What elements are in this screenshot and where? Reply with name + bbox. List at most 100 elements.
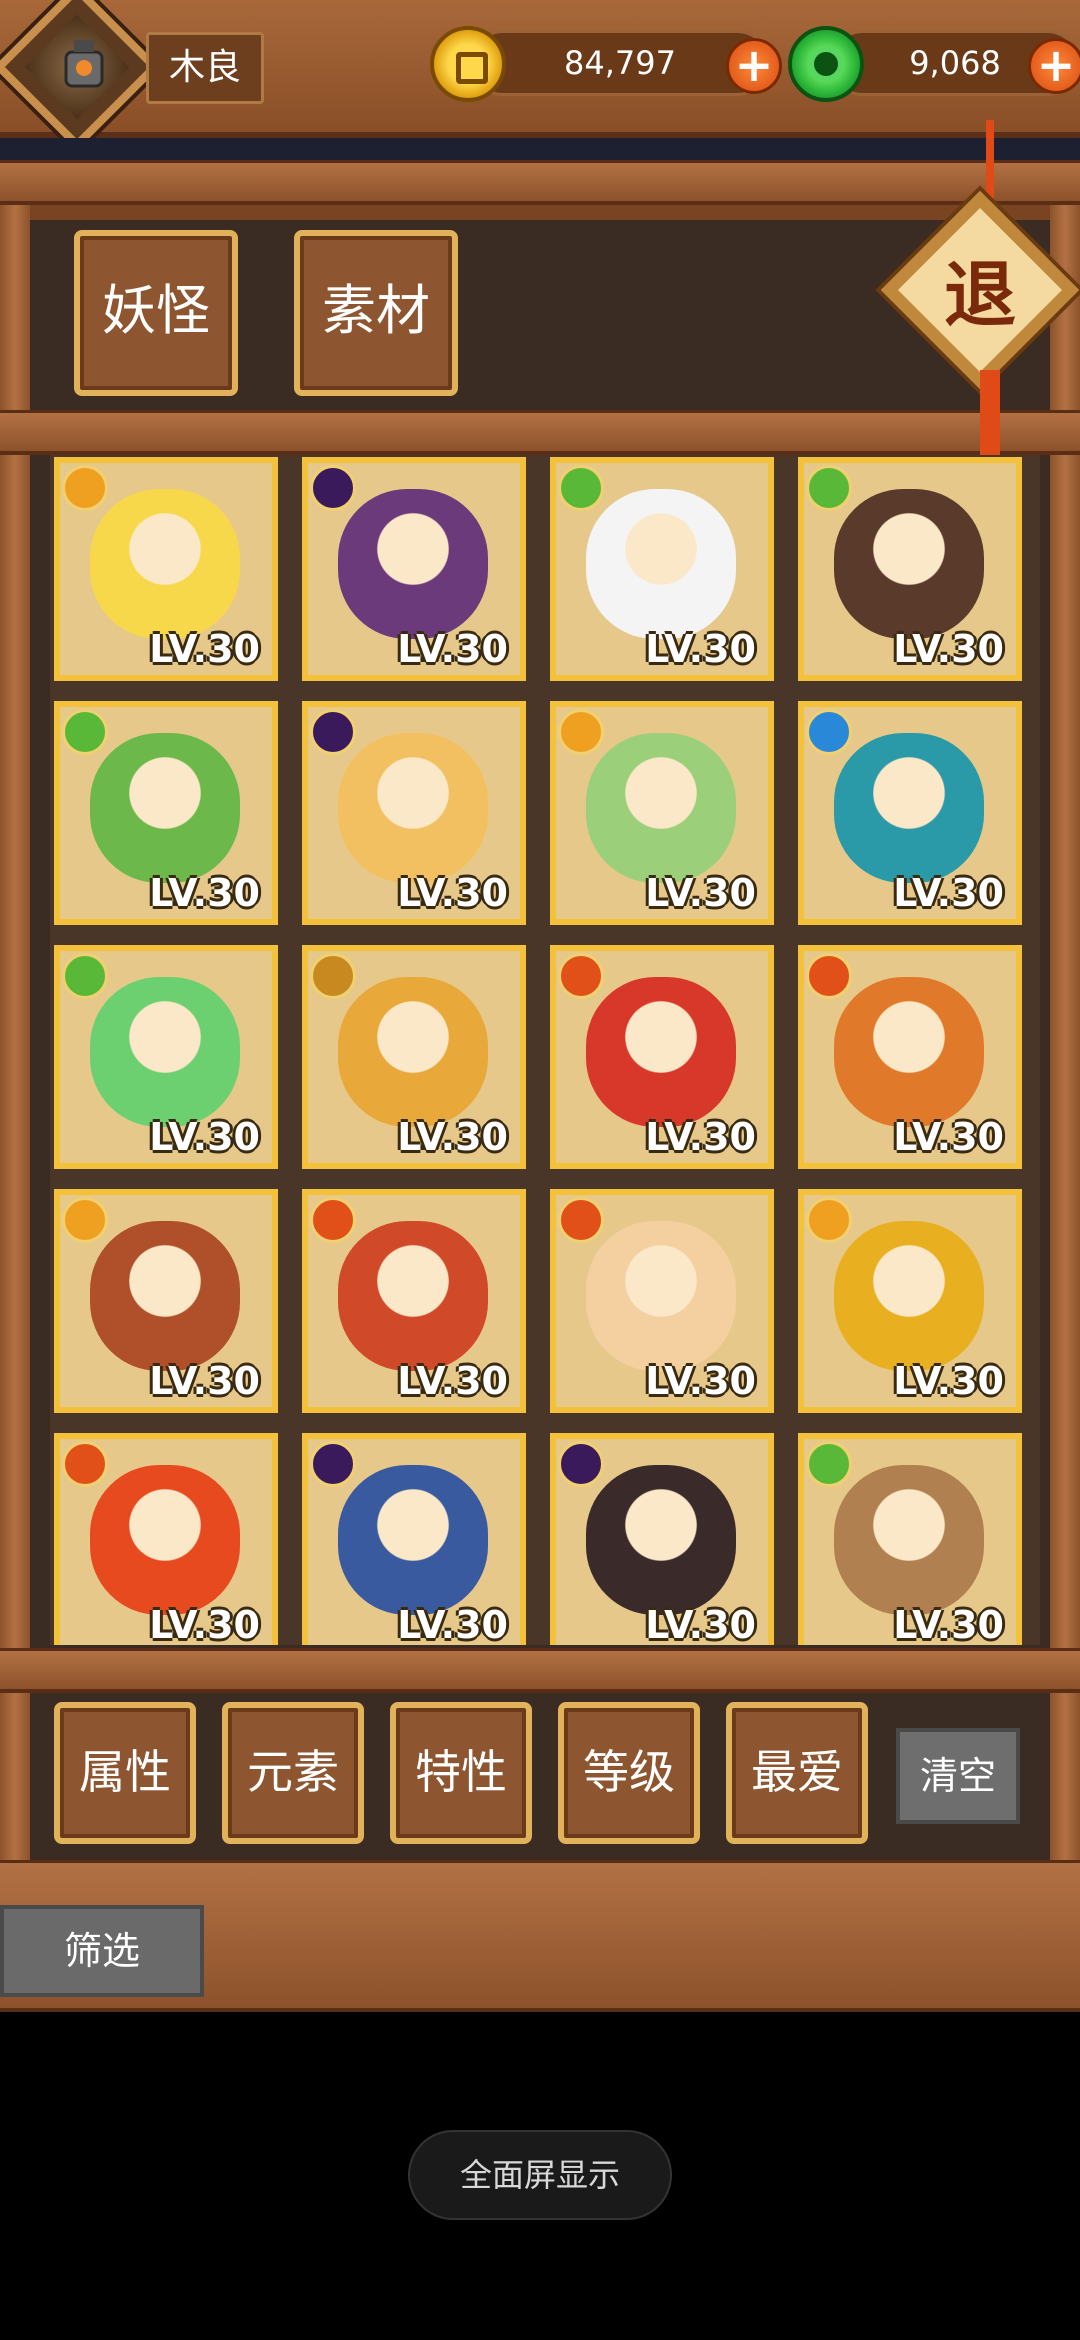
- jade-amount: 9,068: [909, 44, 1001, 82]
- coin-icon: [430, 26, 506, 102]
- monster-card[interactable]: LV.30: [798, 457, 1022, 681]
- monster-card[interactable]: LV.30: [550, 701, 774, 925]
- monster-card[interactable]: LV.30: [302, 701, 526, 925]
- filter-trait-button[interactable]: 特性: [390, 1702, 532, 1844]
- add-jade-button[interactable]: +: [1028, 38, 1080, 94]
- monster-level: LV.30: [149, 1359, 260, 1403]
- monster-card[interactable]: LV.30: [798, 945, 1022, 1169]
- monster-level: LV.30: [893, 627, 1004, 671]
- monster-level: LV.30: [149, 627, 260, 671]
- monster-portrait: [90, 1465, 240, 1615]
- clear-filter-button[interactable]: 清空: [896, 1728, 1020, 1824]
- coin-amount: 84,797: [564, 44, 676, 82]
- fire-icon: [310, 1197, 356, 1243]
- add-coins-button[interactable]: +: [726, 38, 782, 94]
- monster-portrait: [338, 489, 488, 639]
- coin-counter: 84,797: [470, 30, 770, 96]
- monster-card[interactable]: LV.30: [550, 1433, 774, 1645]
- monster-portrait: [586, 733, 736, 883]
- tassel: [980, 370, 1000, 465]
- monster-card[interactable]: LV.30: [798, 1433, 1022, 1645]
- moon-icon: [558, 1441, 604, 1487]
- monster-card[interactable]: LV.30: [302, 1189, 526, 1413]
- leaf-icon: [558, 465, 604, 511]
- filter-element-button[interactable]: 元素: [222, 1702, 364, 1844]
- tab-materials[interactable]: 素材: [294, 230, 458, 396]
- monster-card[interactable]: LV.30: [302, 945, 526, 1169]
- monster-portrait: [338, 977, 488, 1127]
- monster-level: LV.30: [397, 1115, 508, 1159]
- jade-icon: [788, 26, 864, 102]
- monster-card[interactable]: LV.30: [54, 1433, 278, 1645]
- sun-icon: [62, 1197, 108, 1243]
- monster-card[interactable]: LV.30: [798, 1189, 1022, 1413]
- fire-icon: [62, 1441, 108, 1487]
- water-icon: [806, 709, 852, 755]
- monster-grid: LV.30 LV.30 LV.30 LV.30 LV.30 LV.30 LV.30 LV.30…: [50, 455, 1040, 1645]
- tab-monsters[interactable]: 妖怪: [74, 230, 238, 396]
- monster-level: LV.30: [645, 627, 756, 671]
- sun-icon: [806, 1197, 852, 1243]
- leaf-icon: [806, 465, 852, 511]
- moon-icon: [310, 465, 356, 511]
- monster-level: LV.30: [397, 1359, 508, 1403]
- monster-card[interactable]: LV.30: [54, 1189, 278, 1413]
- monster-portrait: [586, 1221, 736, 1371]
- monster-card[interactable]: LV.30: [54, 945, 278, 1169]
- monster-card[interactable]: LV.30: [798, 701, 1022, 925]
- exit-label: 退: [943, 253, 1016, 337]
- monster-portrait: [90, 977, 240, 1127]
- monster-level: LV.30: [645, 1359, 756, 1403]
- monster-portrait: [338, 1221, 488, 1371]
- monster-level: LV.30: [893, 1359, 1004, 1403]
- monster-portrait: [90, 489, 240, 639]
- monster-card[interactable]: LV.30: [550, 945, 774, 1169]
- lantern-icon: [64, 40, 104, 88]
- fire-icon: [558, 953, 604, 999]
- monster-level: LV.30: [893, 871, 1004, 915]
- monster-level: LV.30: [149, 1603, 260, 1645]
- fire-icon: [806, 953, 852, 999]
- monster-portrait: [338, 733, 488, 883]
- top-bar: 木良 84,797 + 9,068 +: [0, 0, 1080, 151]
- monster-card[interactable]: LV.30: [54, 457, 278, 681]
- leaf-icon: [62, 709, 108, 755]
- monster-portrait: [586, 489, 736, 639]
- upper-beam: [0, 410, 1080, 455]
- monster-level: LV.30: [397, 871, 508, 915]
- sun-icon: [62, 465, 108, 511]
- monster-level: LV.30: [893, 1603, 1004, 1645]
- monster-level: LV.30: [397, 1603, 508, 1645]
- monster-level: LV.30: [397, 627, 508, 671]
- monster-card[interactable]: LV.30: [54, 701, 278, 925]
- monster-portrait: [90, 733, 240, 883]
- monster-portrait: [834, 733, 984, 883]
- filter-favorite-button[interactable]: 最爱: [726, 1702, 868, 1844]
- earth-icon: [310, 953, 356, 999]
- monster-portrait: [834, 1221, 984, 1371]
- monster-level: LV.30: [893, 1115, 1004, 1159]
- monster-card[interactable]: LV.30: [302, 1433, 526, 1645]
- monster-level: LV.30: [645, 1115, 756, 1159]
- fullscreen-display-button[interactable]: 全面屏显示: [408, 2130, 672, 2220]
- filter-level-button[interactable]: 等级: [558, 1702, 700, 1844]
- moon-icon: [310, 1441, 356, 1487]
- monster-portrait: [834, 977, 984, 1127]
- monster-card[interactable]: LV.30: [550, 457, 774, 681]
- leaf-icon: [62, 953, 108, 999]
- monster-level: LV.30: [645, 871, 756, 915]
- monster-card[interactable]: LV.30: [302, 457, 526, 681]
- monster-card[interactable]: LV.30: [550, 1189, 774, 1413]
- leaf-icon: [806, 1441, 852, 1487]
- fire-icon: [558, 1197, 604, 1243]
- monster-portrait: [586, 977, 736, 1127]
- filter-attribute-button[interactable]: 属性: [54, 1702, 196, 1844]
- moon-icon: [310, 709, 356, 755]
- screen-filter-button[interactable]: 筛选: [0, 1905, 204, 1997]
- monster-level: LV.30: [149, 871, 260, 915]
- sun-icon: [558, 709, 604, 755]
- monster-portrait: [834, 489, 984, 639]
- monster-level: LV.30: [645, 1603, 756, 1645]
- middle-beam: [0, 1648, 1080, 1693]
- monster-level: LV.30: [149, 1115, 260, 1159]
